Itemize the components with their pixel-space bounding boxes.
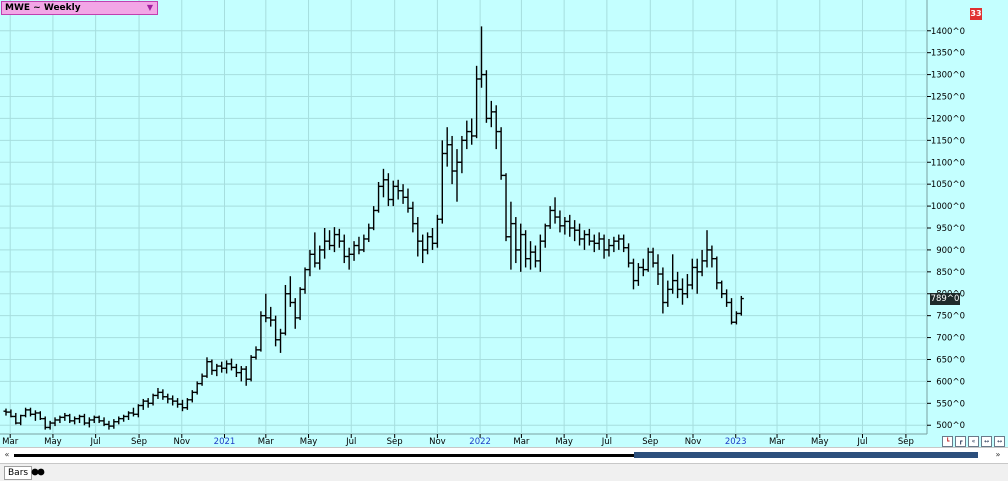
- price-tick-label: 1300^0: [931, 71, 965, 81]
- price-tick-label: 1050^0: [931, 180, 965, 190]
- date-tick-label: 2021: [214, 437, 236, 447]
- date-tick-label: May: [44, 437, 62, 447]
- date-tick-label: Jul: [90, 437, 101, 447]
- date-tick-label: Jul: [601, 437, 612, 447]
- chart-window: 500^0550^0600^0650^0700^0750^0800^0850^0…: [0, 0, 1008, 481]
- date-tick-label: Sep: [898, 437, 914, 447]
- date-tick-label: May: [811, 437, 829, 447]
- date-tick-label: May: [300, 437, 318, 447]
- candle-style-icon[interactable]: ┏: [955, 436, 966, 447]
- double-left-arrow-icon[interactable]: «: [2, 449, 12, 460]
- symbol-label: MWE ~ Weekly: [5, 3, 81, 13]
- date-tick-label: May: [555, 437, 573, 447]
- price-tick-label: 700^0: [936, 334, 965, 344]
- panel-toggle-button[interactable]: 33: [970, 8, 982, 20]
- date-tick-label: Mar: [2, 437, 19, 447]
- price-tick-label: 650^0: [936, 355, 965, 365]
- price-tick-label: 1150^0: [931, 136, 965, 146]
- price-tick-label: 550^0: [936, 399, 965, 409]
- last-price-tag: 789^0: [930, 292, 960, 305]
- date-tick-label: Mar: [769, 437, 786, 447]
- status-bar: Bars: [0, 463, 1008, 481]
- chart-type-label[interactable]: Bars: [4, 466, 33, 480]
- time-scrollbar[interactable]: « »: [0, 447, 1008, 462]
- date-tick-label: Sep: [131, 437, 147, 447]
- date-tick-label: Nov: [173, 437, 190, 447]
- zoom-out-icon[interactable]: ↔: [981, 436, 992, 447]
- date-tick-label: Sep: [642, 437, 658, 447]
- price-tick-label: 950^0: [936, 224, 965, 234]
- price-axis-area: [927, 0, 969, 434]
- price-tick-label: 600^0: [936, 377, 965, 387]
- scroll-left-end-icon[interactable]: «: [968, 436, 979, 447]
- date-tick-label: Mar: [513, 437, 530, 447]
- price-tick-label: 900^0: [936, 246, 965, 256]
- price-tick-label: 500^0: [936, 421, 965, 431]
- date-tick-label: Jul: [345, 437, 356, 447]
- date-tick-label: Jul: [856, 437, 867, 447]
- price-tick-label: 1000^0: [931, 202, 965, 212]
- right-panel: [969, 0, 1008, 447]
- price-chart[interactable]: 500^0550^0600^0650^0700^0750^0800^0850^0…: [0, 0, 1008, 447]
- price-tick-label: 750^0: [936, 312, 965, 322]
- date-tick-label: Nov: [685, 437, 702, 447]
- price-tick-label: 1250^0: [931, 93, 965, 103]
- price-tick-label: 1350^0: [931, 49, 965, 59]
- price-tick-label: 1100^0: [931, 158, 965, 168]
- link-circles-icon[interactable]: [31, 468, 45, 476]
- date-tick-label: 2022: [469, 437, 491, 447]
- date-tick-label: Mar: [258, 437, 275, 447]
- price-tick-label: 1400^0: [931, 27, 965, 37]
- date-tick-label: Nov: [429, 437, 446, 447]
- symbol-timeframe-selector[interactable]: MWE ~ Weekly ▼: [1, 1, 158, 15]
- triangle-down-icon[interactable]: ▼: [147, 2, 153, 14]
- date-tick-label: 2023: [725, 437, 747, 447]
- bar-style-icon[interactable]: ┗: [942, 436, 953, 447]
- price-tick-label: 850^0: [936, 268, 965, 278]
- zoom-in-icon[interactable]: ↔: [994, 436, 1005, 447]
- scroll-thumb[interactable]: [634, 452, 978, 458]
- date-tick-label: Sep: [387, 437, 403, 447]
- double-right-arrow-icon[interactable]: »: [993, 449, 1003, 460]
- price-tick-label: 1200^0: [931, 114, 965, 124]
